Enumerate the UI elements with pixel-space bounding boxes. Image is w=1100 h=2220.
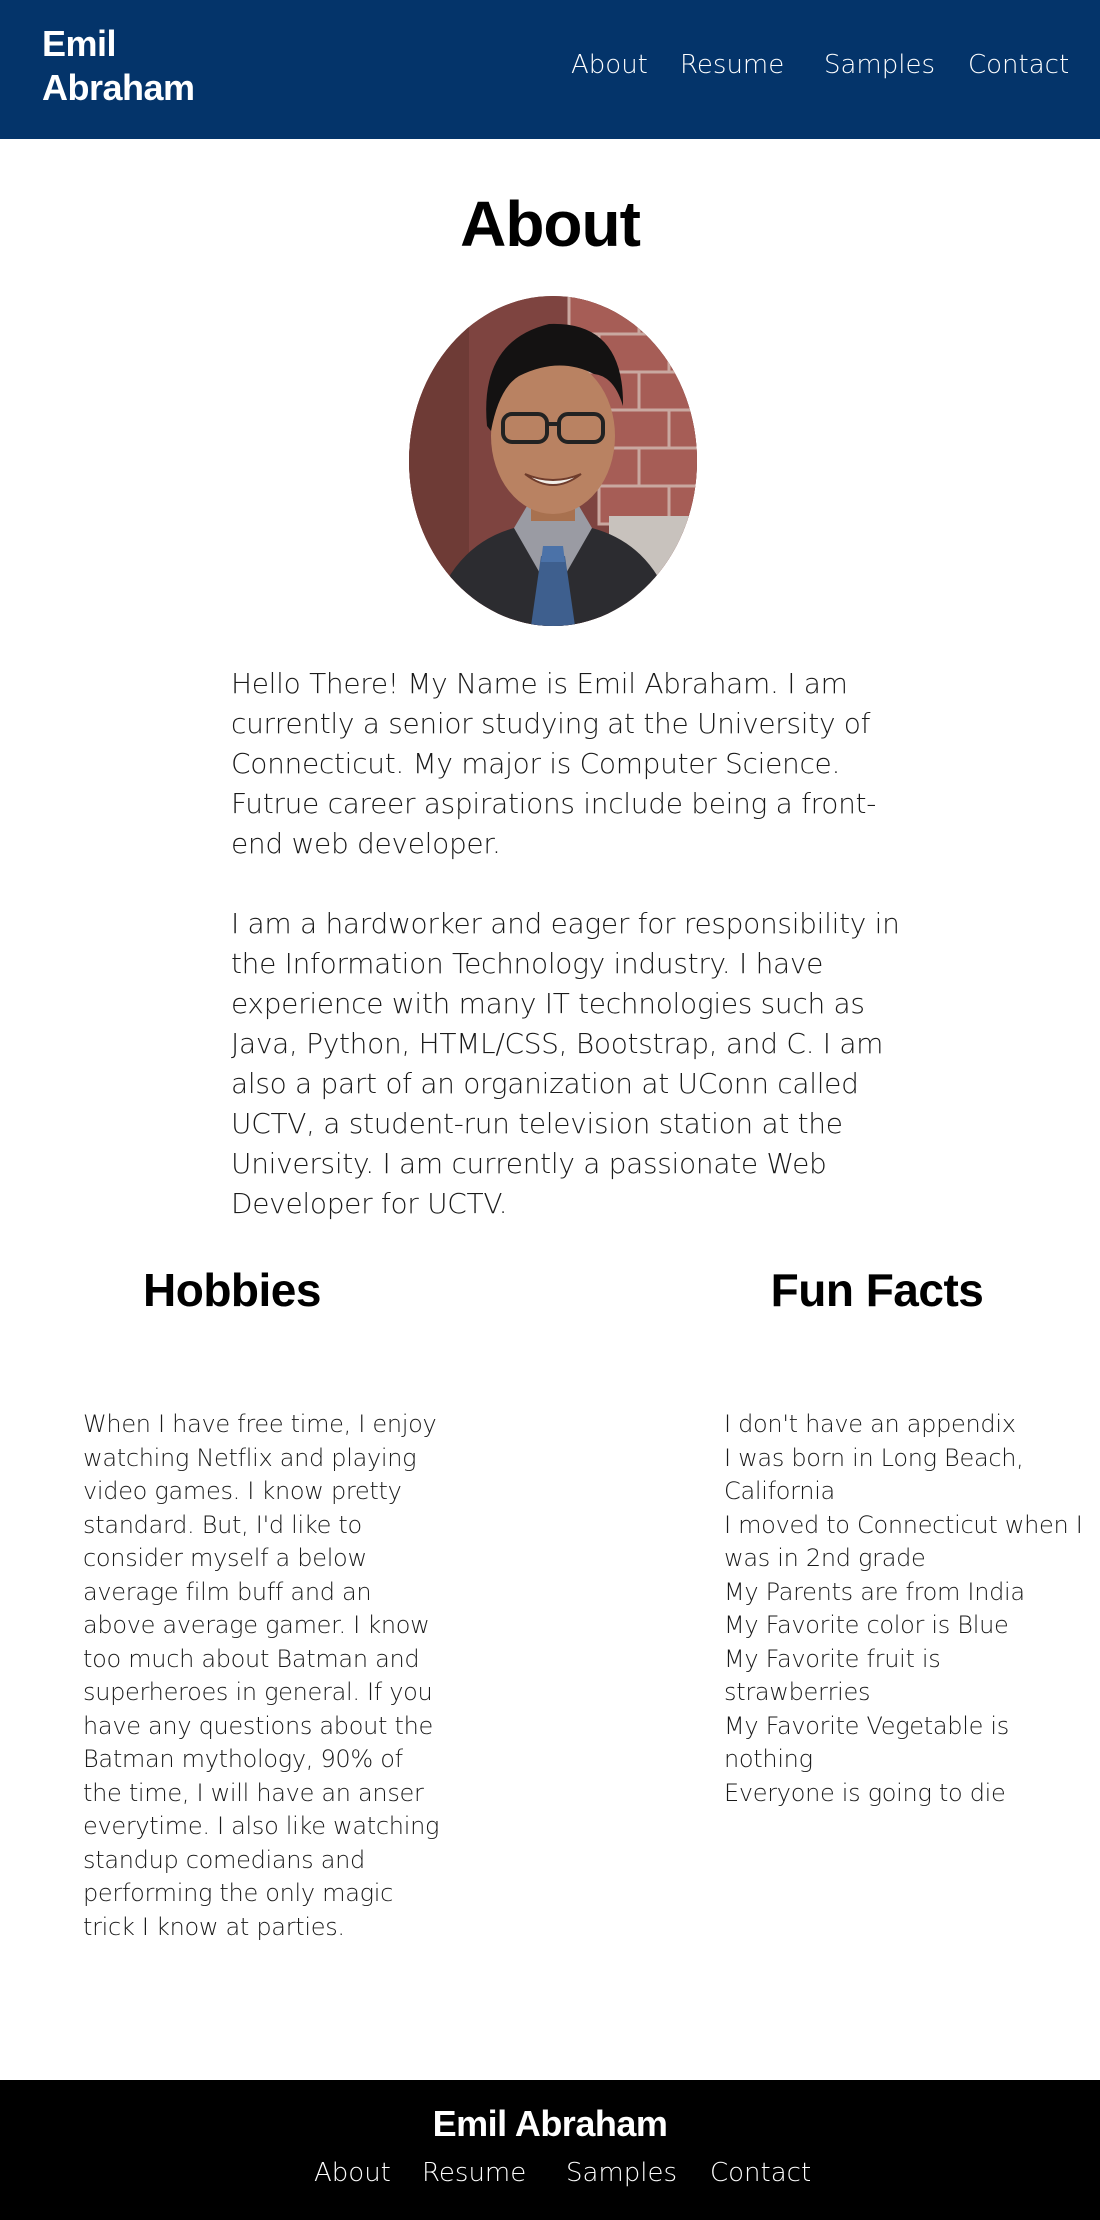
nav-link-about[interactable]: About: [571, 50, 648, 80]
about-paragraph-experience: I am a hardworker and eager for responsi…: [231, 907, 900, 1220]
fun-fact-item: My Parents are from India: [724, 1577, 1025, 1606]
nav-link-samples[interactable]: Samples: [824, 50, 935, 80]
hobbies-heading: Hobbies: [143, 1264, 321, 1316]
nav-link-contact[interactable]: Contact: [968, 50, 1069, 80]
fun-fact-item: My Favorite Vegetable is nothing: [724, 1711, 1009, 1774]
about-heading: About: [460, 188, 641, 260]
site-header: Emil Abraham About Resume Samples Contac…: [0, 0, 1100, 139]
fun-fact-item: My Favorite fruit is strawberries: [724, 1644, 941, 1707]
brand-last-name: Abraham: [42, 67, 195, 108]
nav-link-resume[interactable]: Resume: [680, 50, 784, 80]
profile-photo: [409, 296, 697, 626]
footer-link-contact[interactable]: Contact: [710, 2158, 811, 2188]
footer-brand: Emil Abraham: [432, 2103, 668, 2144]
fun-facts-heading: Fun Facts: [770, 1264, 984, 1316]
fun-fact-item: I moved to Connecticut when I was in 2nd…: [724, 1510, 1083, 1573]
site-footer: Emil Abraham About Resume Samples Contac…: [0, 2080, 1100, 2220]
fun-fact-item: Everyone is going to die: [724, 1778, 1006, 1807]
fun-fact-item: I was born in Long Beach, California: [724, 1443, 1024, 1506]
brand-logo[interactable]: Emil Abraham: [42, 22, 242, 110]
footer-link-about[interactable]: About: [314, 2158, 391, 2188]
footer-link-resume[interactable]: Resume: [422, 2158, 526, 2188]
about-description: Hello There! My Name is Emil Abraham. I …: [231, 664, 911, 1224]
fun-fact-item: My Favorite color is Blue: [724, 1611, 1009, 1639]
brand-first-name: Emil: [42, 23, 117, 64]
footer-link-samples[interactable]: Samples: [566, 2158, 677, 2188]
about-paragraph-intro: Hello There! My Name is Emil Abraham. I …: [231, 667, 877, 860]
fun-fact-item: I don't have an appendix: [724, 1410, 1016, 1438]
hobbies-text: When I have free time, I enjoy watching …: [83, 1410, 440, 1941]
fun-facts-list: I don't have an appendix I was born in L…: [724, 1408, 1084, 1810]
